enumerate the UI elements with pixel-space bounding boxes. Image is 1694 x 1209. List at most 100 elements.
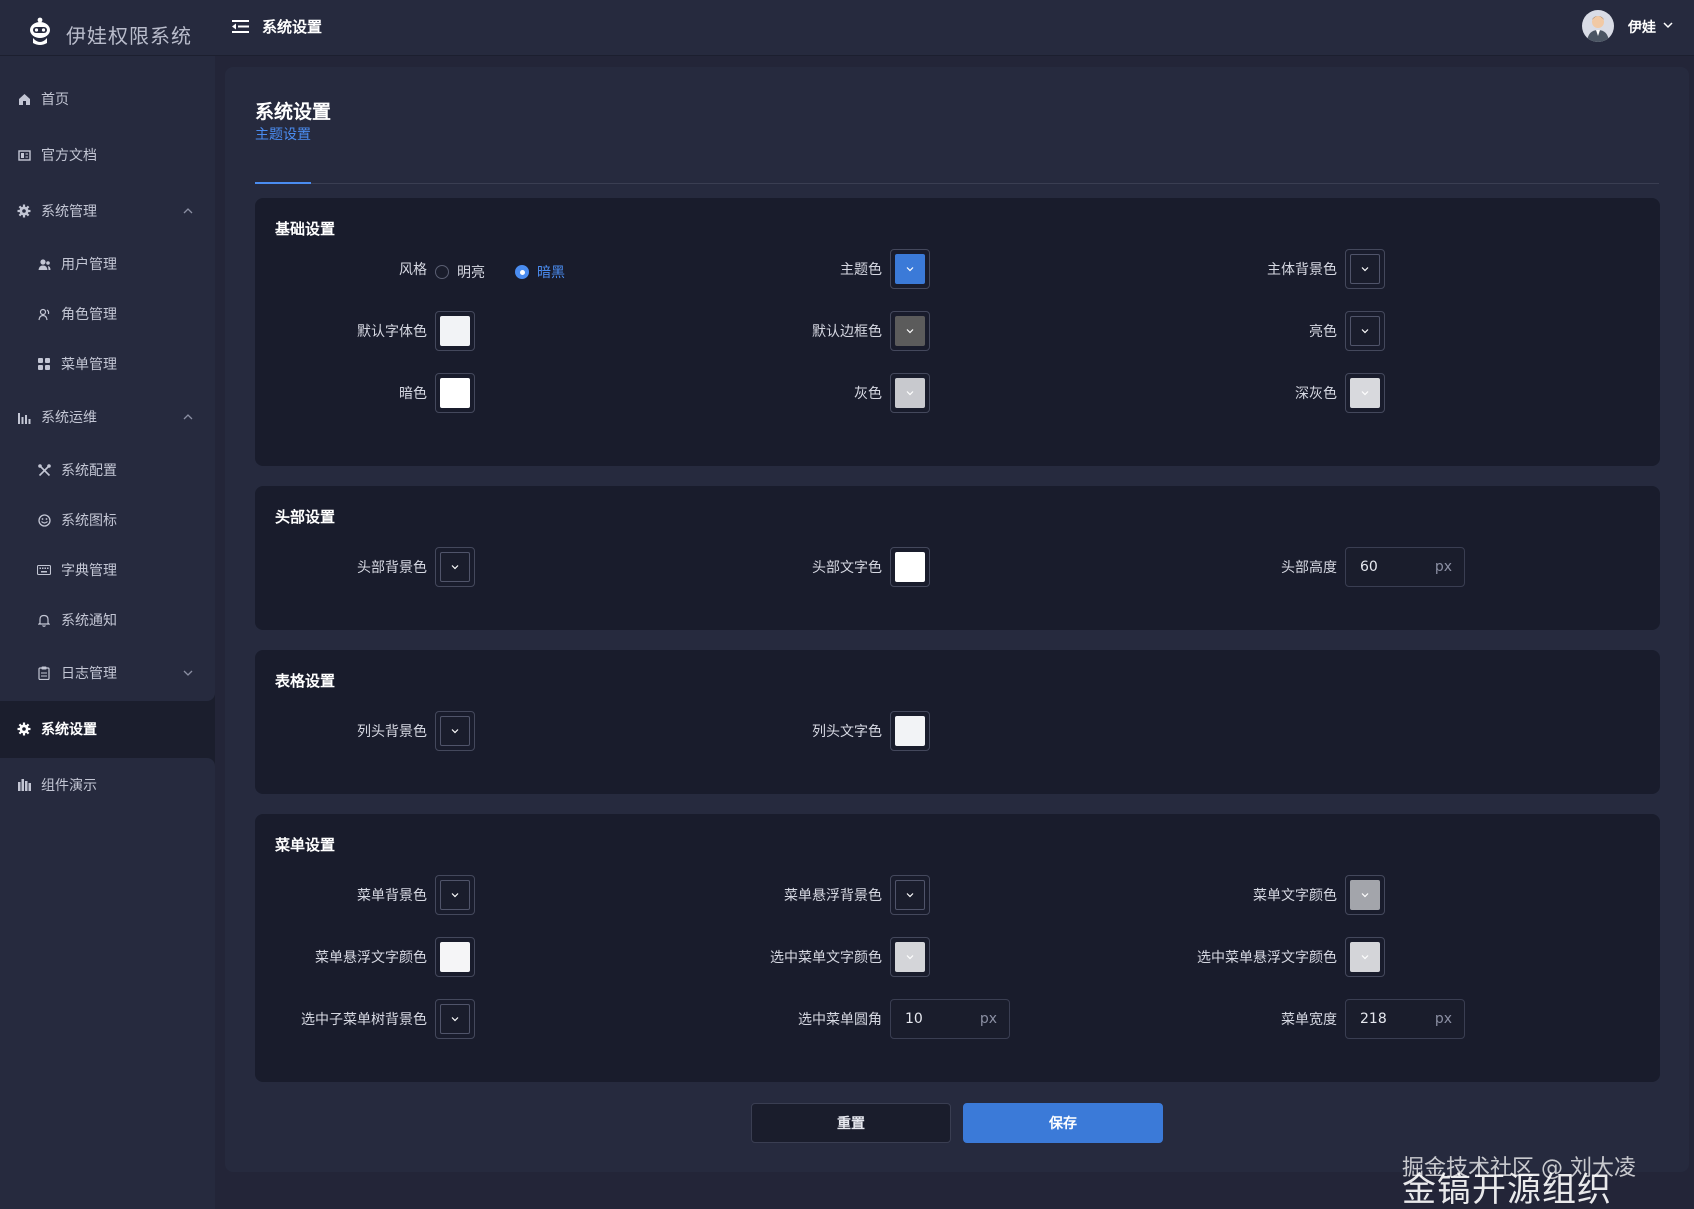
menu-width-field: 菜单宽度 — [1155, 999, 1337, 1039]
save-button[interactable]: 保存 — [963, 1103, 1163, 1143]
sidebar-item-home[interactable]: 首页 — [0, 79, 215, 119]
chevron-up-icon — [183, 414, 193, 420]
sidebar-item-config[interactable]: 系统配置 — [0, 450, 215, 490]
sidebar-item-settings[interactable]: 系统设置 — [0, 709, 215, 749]
chevron-down-icon — [1361, 329, 1369, 334]
field-label: 头部文字色 — [812, 560, 882, 576]
table-header-bg-color-picker[interactable] — [435, 711, 475, 751]
menu-width-input[interactable]: 218 px — [1345, 999, 1465, 1039]
keyboard-icon — [37, 563, 51, 577]
radio-light[interactable] — [435, 265, 449, 279]
input-value: 10 — [905, 1011, 923, 1027]
menu-text-field: 菜单文字颜色 — [1155, 875, 1337, 915]
table-header-text-field: 列头文字色 — [655, 711, 882, 751]
sidebar-item-dict[interactable]: 字典管理 — [0, 550, 215, 590]
sidebar-item-docs[interactable]: 官方文档 — [0, 135, 215, 175]
field-label: 深灰色 — [1295, 386, 1337, 402]
default-font-color-picker[interactable] — [435, 311, 475, 351]
menu-active-text-field: 选中菜单文字颜色 — [655, 937, 882, 977]
gear-icon — [17, 722, 31, 736]
dark-gray-color-picker[interactable] — [1345, 373, 1385, 413]
sidebar-item-icons[interactable]: 系统图标 — [0, 500, 215, 540]
body-bg-field: 主体背景色 — [1155, 249, 1337, 289]
menu-active-text-color-picker[interactable] — [890, 937, 930, 977]
field-label: 菜单背景色 — [357, 888, 427, 904]
chevron-down-icon[interactable] — [1662, 19, 1674, 31]
menu-bg-color-picker[interactable] — [435, 875, 475, 915]
theme-color-picker[interactable] — [890, 249, 930, 289]
body-bg-color-picker[interactable] — [1345, 249, 1385, 289]
sidebar-item-users[interactable]: 用户管理 — [0, 244, 215, 284]
sidebar-item-ops[interactable]: 系统运维 — [0, 397, 215, 437]
bar-chart-icon — [17, 410, 31, 424]
sidebar-item-notice[interactable]: 系统通知 — [0, 600, 215, 640]
sidebar-item-label: 用户管理 — [61, 257, 117, 273]
card-title: 基础设置 — [275, 220, 336, 238]
menu-active-sub-bg-color-picker[interactable] — [435, 999, 475, 1039]
sidebar-item-label: 系统管理 — [41, 204, 97, 220]
field-label: 列头背景色 — [357, 724, 427, 740]
sidebar-item-components[interactable]: 组件演示 — [0, 765, 215, 805]
tools-icon — [37, 463, 51, 477]
field-label: 亮色 — [1309, 324, 1337, 340]
head-text-color-picker[interactable] — [890, 547, 930, 587]
field-label: 主题色 — [840, 262, 882, 278]
sidebar-item-label: 系统配置 — [61, 463, 117, 479]
input-unit: px — [979, 1011, 997, 1027]
menu-radius-input[interactable]: 10 px — [890, 999, 1010, 1039]
sidebar-item-menus[interactable]: 菜单管理 — [0, 344, 215, 384]
field-label: 默认字体色 — [357, 324, 427, 340]
chevron-down-icon — [1361, 391, 1369, 396]
menu-hover-bg-field: 菜单悬浮背景色 — [655, 875, 882, 915]
username[interactable]: 伊娃 — [1628, 17, 1656, 37]
light-color-picker[interactable] — [1345, 311, 1385, 351]
sidebar: 首页 官方文档 系统管理 用户管理 角色管理 菜单管理 系统运维 系统配置 系统… — [0, 56, 215, 1209]
grid-icon — [37, 357, 51, 371]
chevron-down-icon — [451, 729, 459, 734]
avatar[interactable] — [1582, 10, 1614, 42]
menu-settings-card: 菜单设置 菜单背景色 菜单悬浮背景色 菜单文字颜色 菜单悬浮文字颜色 选中菜单文… — [255, 814, 1660, 1082]
gray-color-picker[interactable] — [890, 373, 930, 413]
dark-color-picker[interactable] — [435, 373, 475, 413]
head-bg-color-picker[interactable] — [435, 547, 475, 587]
sidebar-item-logs[interactable]: 日志管理 — [0, 653, 215, 693]
field-label: 菜单文字颜色 — [1253, 888, 1337, 904]
sidebar-item-label: 系统设置 — [41, 722, 97, 738]
table-header-text-color-picker[interactable] — [890, 711, 930, 751]
field-label: 头部背景色 — [357, 560, 427, 576]
sidebar-item-label: 日志管理 — [61, 666, 117, 682]
style-option-light[interactable]: 明亮 — [435, 262, 485, 282]
sidebar-item-system-mgmt[interactable]: 系统管理 — [0, 191, 215, 231]
sidebar-item-label: 菜单管理 — [61, 357, 117, 373]
menu-active-hover-text-field: 选中菜单悬浮文字颜色 — [1155, 937, 1337, 977]
dark-field: 暗色 — [255, 373, 427, 413]
menu-text-color-picker[interactable] — [1345, 875, 1385, 915]
dark-gray-field: 深灰色 — [1155, 373, 1337, 413]
chevron-down-icon — [183, 670, 193, 676]
menu-active-hover-text-color-picker[interactable] — [1345, 937, 1385, 977]
tab-theme-settings[interactable]: 主题设置 — [255, 124, 311, 152]
field-label: 选中菜单圆角 — [798, 1012, 882, 1028]
home-icon — [17, 92, 31, 106]
card-title: 菜单设置 — [275, 836, 336, 854]
menu-hover-text-color-picker[interactable] — [435, 937, 475, 977]
theme-color-field: 主题色 — [655, 249, 882, 289]
chevron-down-icon — [1361, 267, 1369, 272]
style-option-dark[interactable]: 暗黑 — [515, 262, 565, 282]
style-field: 风格 — [255, 249, 427, 289]
default-border-color-picker[interactable] — [890, 311, 930, 351]
input-value: 218 — [1360, 1011, 1387, 1027]
sidebar-item-label: 组件演示 — [41, 778, 97, 794]
menu-hover-bg-color-picker[interactable] — [890, 875, 930, 915]
head-height-input[interactable]: 60 px — [1345, 547, 1465, 587]
input-unit: px — [1434, 559, 1452, 575]
field-label: 默认边框色 — [812, 324, 882, 340]
app-title: 伊娃权限系统 — [66, 24, 192, 48]
radio-dark[interactable] — [515, 265, 529, 279]
chevron-up-icon — [183, 208, 193, 214]
reset-button[interactable]: 重置 — [751, 1103, 951, 1143]
menu-fold-icon[interactable] — [232, 18, 249, 35]
sidebar-item-roles[interactable]: 角色管理 — [0, 294, 215, 334]
role-icon — [37, 307, 51, 321]
head-height-field: 头部高度 — [1155, 547, 1337, 587]
